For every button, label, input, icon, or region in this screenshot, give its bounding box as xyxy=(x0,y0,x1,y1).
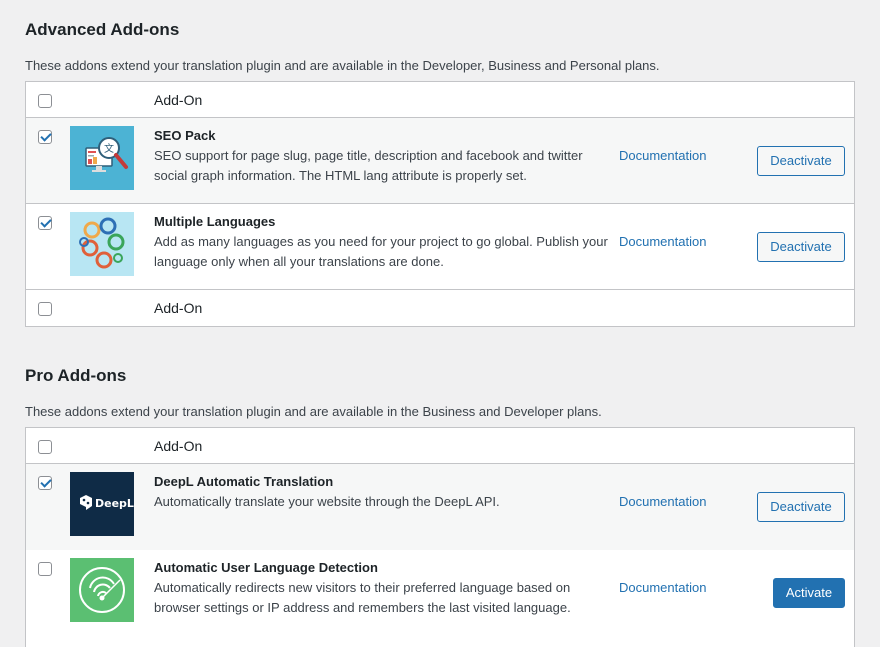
deepl-documentation-link[interactable]: Documentation xyxy=(619,494,706,509)
advanced-addons-title: Advanced Add-ons xyxy=(25,20,180,39)
table-header-row: Add-On xyxy=(26,82,854,118)
advanced-addons-table: Add-On 文 SEO Pack SEO support for page s… xyxy=(25,81,855,327)
multiple-languages-checkbox[interactable] xyxy=(38,216,52,230)
language-detection-icon xyxy=(70,558,134,622)
language-detection-checkbox[interactable] xyxy=(38,562,52,576)
language-detection-name: Automatic User Language Detection xyxy=(154,560,378,575)
deepl-logo: DeepL xyxy=(70,472,134,536)
language-detection-activate-button[interactable]: Activate xyxy=(773,578,845,608)
table-footer-row: Add-On xyxy=(26,290,854,326)
seo-pack-checkbox[interactable] xyxy=(38,130,52,144)
addon-row-multiple-languages: Multiple Languages Add as many languages… xyxy=(26,204,854,290)
pro-addons-description: These addons extend your translation plu… xyxy=(25,404,602,419)
deepl-deactivate-button[interactable]: Deactivate xyxy=(757,492,845,522)
addon-row-seo-pack: 文 SEO Pack SEO support for page slug, pa… xyxy=(26,118,854,204)
deepl-description: Automatically translate your website thr… xyxy=(154,494,500,509)
deepl-checkbox[interactable] xyxy=(38,476,52,490)
seo-pack-documentation-link[interactable]: Documentation xyxy=(619,148,706,163)
multiple-languages-icon xyxy=(70,212,134,276)
svg-text:文: 文 xyxy=(104,142,114,155)
column-footer-addon: Add-On xyxy=(154,300,203,316)
addon-row-language-detection: Automatic User Language Detection Automa… xyxy=(26,550,854,636)
seo-pack-icon: 文 xyxy=(70,126,134,190)
pro-addons-table: Add-On DeepL DeepL Automatic Translation… xyxy=(25,427,855,647)
seo-pack-deactivate-button[interactable]: Deactivate xyxy=(757,146,845,176)
deepl-logo-text: DeepL xyxy=(95,497,134,510)
seo-pack-name: SEO Pack xyxy=(154,128,216,143)
seo-pack-description: SEO support for page slug, page title, d… xyxy=(154,148,583,183)
multiple-languages-name: Multiple Languages xyxy=(154,214,276,229)
multiple-languages-description: Add as many languages as you need for yo… xyxy=(154,234,608,269)
pro-addons-title: Pro Add-ons xyxy=(25,366,127,385)
select-all-footer-checkbox[interactable] xyxy=(38,302,52,316)
column-header-addon: Add-On xyxy=(154,92,203,108)
pro-select-all-checkbox[interactable] xyxy=(38,440,52,454)
language-detection-description: Automatically redirects new visitors to … xyxy=(154,580,571,615)
deepl-name: DeepL Automatic Translation xyxy=(154,474,334,489)
multiple-languages-deactivate-button[interactable]: Deactivate xyxy=(757,232,845,262)
addon-row-deepl: DeepL DeepL Automatic Translation Automa… xyxy=(26,464,854,550)
multiple-languages-documentation-link[interactable]: Documentation xyxy=(619,234,706,249)
advanced-addons-description: These addons extend your translation plu… xyxy=(25,58,660,73)
pro-table-header-row: Add-On xyxy=(26,428,854,464)
select-all-checkbox[interactable] xyxy=(38,94,52,108)
pro-column-header-addon: Add-On xyxy=(154,438,203,454)
language-detection-documentation-link[interactable]: Documentation xyxy=(619,580,706,595)
